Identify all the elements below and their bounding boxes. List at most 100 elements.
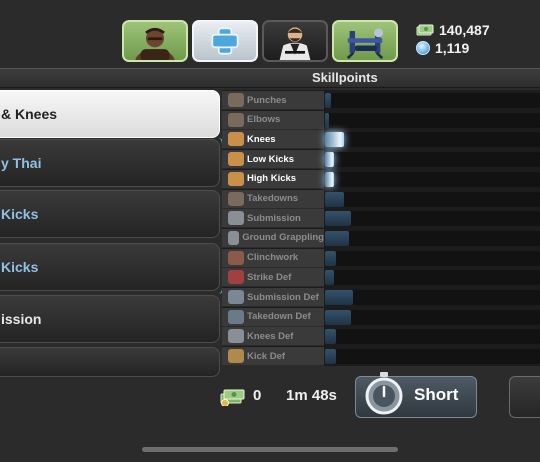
skill-progress-track — [325, 211, 540, 227]
category-submission[interactable]: ission — [0, 295, 220, 343]
category-clinch-knees[interactable]: & Knees — [0, 90, 220, 138]
skill-label: Elbows — [247, 114, 281, 126]
skill-progress-fill — [325, 290, 353, 305]
category-kicks-2[interactable]: Kicks — [0, 243, 220, 291]
skill-row-knees-def[interactable]: Knees Def — [222, 327, 540, 347]
skill-row-takedowns[interactable]: Takedowns — [222, 189, 540, 209]
skill-label: Clinchwork — [247, 252, 299, 264]
skill-progress-track — [325, 329, 540, 345]
skill-progress-track — [325, 230, 540, 246]
short-button-label: Short — [414, 385, 459, 404]
stopwatch-icon — [365, 372, 403, 415]
skill-row-takedown-def[interactable]: Takedown Def — [222, 307, 540, 327]
elbows-icon — [228, 112, 244, 127]
submission-icon — [228, 211, 244, 226]
skill-progress-fill — [325, 112, 329, 128]
skill-name-cell: Punches — [222, 91, 324, 110]
category-label: Kicks — [1, 259, 39, 275]
skill-row-strike-def[interactable]: Strike Def — [222, 268, 540, 288]
strike-def-icon — [228, 270, 244, 285]
submission-def-icon — [228, 290, 244, 304]
skill-progress-fill — [325, 309, 351, 325]
skill-name-cell: Submission — [222, 209, 324, 229]
skill-label: Submission Def — [247, 291, 319, 303]
kick-def-icon — [228, 349, 244, 364]
gym-equipment-icon — [346, 28, 384, 60]
skill-name-cell: Ground Grappling — [222, 228, 324, 248]
skill-progress-track — [325, 112, 540, 128]
takedowns-icon — [228, 191, 244, 206]
skill-progress-fill — [325, 132, 344, 148]
home-indicator[interactable] — [142, 447, 398, 452]
skill-row-kick-def[interactable]: Kick Def — [222, 347, 540, 367]
gym-tab[interactable] — [332, 20, 398, 62]
skill-label: Strike Def — [247, 271, 292, 283]
skill-progress-fill — [325, 191, 344, 207]
skill-label: Takedown Def — [247, 311, 311, 323]
money-icon — [416, 24, 434, 36]
skill-row-low-kicks[interactable]: Low Kicks — [222, 150, 540, 170]
skill-name-cell: Elbows — [222, 110, 324, 130]
training-duration: 1m 48s — [286, 387, 337, 404]
category-label: y Thai — [1, 155, 42, 171]
money-stack-icon — [220, 389, 245, 406]
skill-row-high-kicks[interactable]: High Kicks — [222, 169, 540, 189]
skill-progress-track — [325, 309, 540, 325]
skill-label: Kick Def — [247, 350, 286, 362]
header-strip — [0, 68, 540, 88]
training-cost: 0 — [253, 387, 262, 404]
skill-progress-track — [325, 349, 540, 365]
coins-display: 1,119 — [416, 40, 469, 56]
skill-progress-fill — [325, 230, 349, 246]
skill-name-cell: Submission Def — [222, 288, 324, 307]
skill-progress-track — [325, 132, 540, 148]
skill-row-punches[interactable]: Punches — [222, 91, 540, 110]
skill-progress-fill — [325, 171, 334, 187]
next-training-button[interactable] — [509, 376, 540, 418]
fighter-portrait-icon — [135, 27, 175, 60]
skill-progress-fill — [325, 211, 351, 227]
knees-def-icon — [228, 329, 244, 344]
medical-tab[interactable] — [192, 20, 258, 62]
category-kicks[interactable]: Kicks — [0, 190, 220, 238]
skill-name-cell: Kick Def — [222, 347, 324, 367]
coins-amount: 1,119 — [435, 40, 470, 56]
low-kicks-icon — [228, 152, 244, 167]
skill-progress-track — [325, 93, 540, 108]
skill-row-knees[interactable]: Knees — [222, 130, 540, 150]
skill-name-cell: Low Kicks — [222, 150, 324, 170]
skill-row-clinchwork[interactable]: Clinchwork — [222, 248, 540, 268]
skill-row-submission[interactable]: Submission — [222, 209, 540, 229]
skill-label: Submission — [247, 212, 301, 224]
punches-icon — [228, 93, 244, 107]
skill-progress-track — [325, 250, 540, 266]
skill-label: Low Kicks — [247, 153, 294, 165]
takedown-def-icon — [228, 309, 244, 324]
skill-label: Ground Grappling — [242, 232, 324, 244]
skill-progress-track — [325, 191, 540, 207]
skill-progress-fill — [325, 93, 331, 108]
skill-row-submission-def[interactable]: Submission Def — [222, 288, 540, 307]
skill-label: Knees Def — [247, 330, 294, 342]
skill-progress-fill — [325, 329, 336, 345]
skillpoints-header: Skillpoints — [312, 70, 378, 85]
category-partial[interactable] — [0, 347, 220, 377]
coin-icon — [416, 41, 430, 55]
coach-tab[interactable] — [262, 20, 328, 62]
skill-row-elbows[interactable]: Elbows — [222, 110, 540, 130]
skill-name-cell: Clinchwork — [222, 248, 324, 268]
category-muay-thai[interactable]: y Thai — [0, 139, 220, 187]
skill-name-cell: Knees Def — [222, 327, 324, 347]
ground-grappling-icon — [228, 230, 240, 245]
category-label: ission — [1, 311, 42, 327]
skill-row-ground-grappling[interactable]: Ground Grappling — [222, 228, 540, 248]
skill-label: Takedowns — [247, 193, 299, 204]
skill-name-cell: Takedowns — [222, 189, 324, 209]
skill-name-cell: High Kicks — [222, 169, 324, 189]
fighter-tab[interactable] — [122, 20, 188, 62]
money-display: 140,487 — [416, 22, 490, 38]
skill-name-cell: Takedown Def — [222, 307, 324, 327]
skill-progress-track — [325, 171, 540, 187]
skill-progress-fill — [325, 349, 336, 365]
skill-progress-track — [325, 290, 540, 305]
